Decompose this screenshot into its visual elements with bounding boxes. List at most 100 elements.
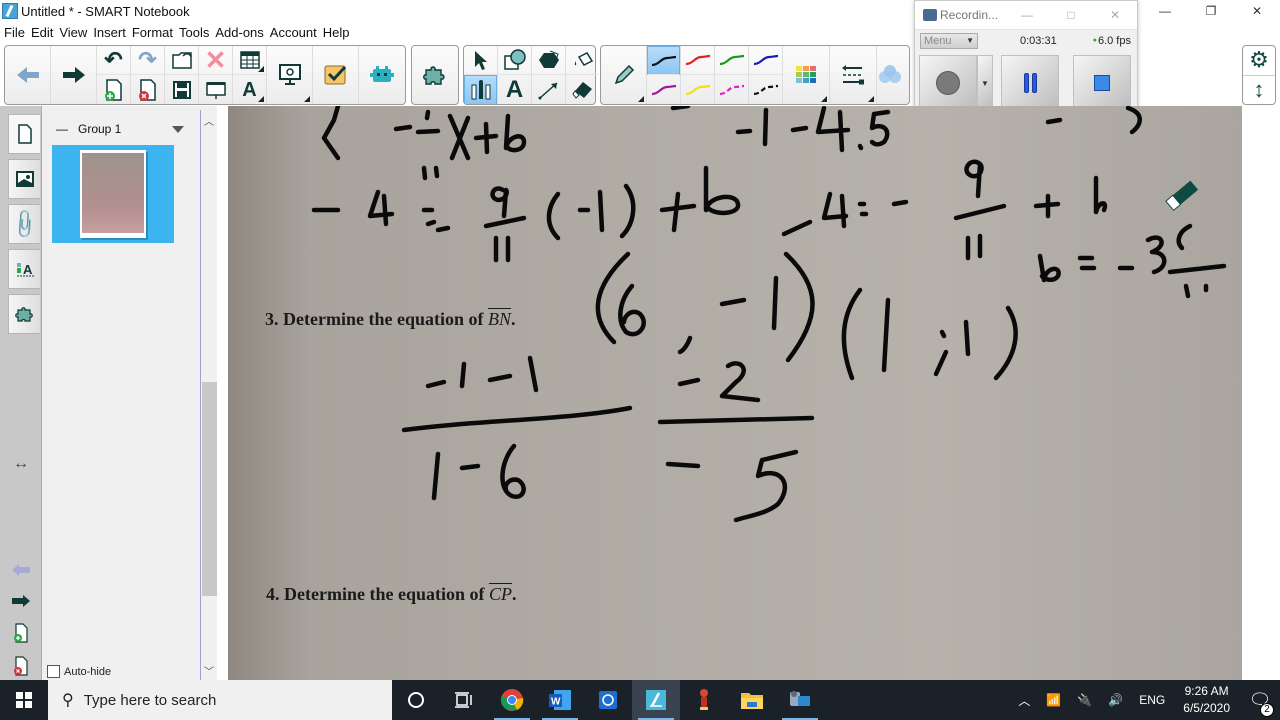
add-ons-button[interactable] [412, 46, 458, 104]
recorder-minimize-button[interactable]: — [1005, 8, 1049, 22]
minimize-button[interactable]: — [1142, 0, 1188, 22]
action-center-button[interactable]: 🗨 2 [1240, 690, 1280, 717]
taskbar-presenter[interactable] [584, 680, 632, 720]
menu-file[interactable]: File [2, 25, 27, 40]
sorter-scrollbar[interactable]: ︿ ﹀ [200, 110, 217, 680]
settings-button[interactable]: ⚙ [1243, 46, 1275, 76]
select-tool[interactable] [464, 46, 497, 75]
pen-type-button[interactable] [601, 46, 647, 104]
autohide-toggle[interactable]: Auto-hide [47, 665, 111, 678]
pen-color-magenta-dashed[interactable] [715, 75, 748, 104]
lines-tool[interactable] [532, 75, 565, 104]
clock[interactable]: 9:26 AM 6/5/2020 [1173, 683, 1240, 717]
tab-attachments[interactable]: 📎 [8, 204, 41, 244]
cortana-button[interactable] [392, 680, 440, 720]
next-page-button[interactable] [51, 46, 97, 104]
pen-color-black[interactable] [647, 46, 680, 75]
scroll-up-button[interactable]: ︿ [201, 112, 217, 128]
save-button[interactable] [165, 75, 198, 104]
taskbar-word[interactable]: W [536, 680, 584, 720]
menu-tools[interactable]: Tools [177, 25, 211, 40]
text-tool[interactable]: A [498, 75, 531, 104]
delete-page-button[interactable] [131, 75, 164, 104]
stop-button[interactable] [1073, 55, 1131, 111]
pens-tool[interactable] [464, 75, 497, 104]
color-palette-button[interactable] [783, 46, 830, 104]
lesson-activity-button[interactable] [359, 46, 405, 104]
open-file-button[interactable] [165, 46, 198, 75]
resize-panel-button[interactable]: ↔ [10, 454, 32, 474]
record-button[interactable] [919, 55, 977, 111]
record-options-dropdown[interactable]: ▼ [977, 55, 993, 111]
menu-help[interactable]: Help [321, 25, 352, 40]
regular-polygons-tool[interactable] [532, 46, 565, 75]
menu-insert[interactable]: Insert [91, 25, 128, 40]
taskbar-file-explorer[interactable] [728, 680, 776, 720]
add-page-button[interactable] [97, 75, 130, 104]
group-menu-dropdown[interactable] [172, 125, 184, 133]
close-button[interactable]: ✕ [1234, 0, 1280, 22]
menu-edit[interactable]: Edit [29, 25, 55, 40]
scroll-down-button[interactable]: ﹀ [201, 662, 217, 678]
start-button[interactable] [0, 680, 48, 720]
input-language[interactable]: ENG [1131, 693, 1173, 707]
pen-color-purple[interactable] [647, 75, 680, 104]
pause-button[interactable] [1001, 55, 1059, 111]
taskbar-chrome[interactable] [488, 680, 536, 720]
sidebar-add-page-button[interactable] [10, 623, 32, 643]
task-view-button[interactable] [440, 680, 488, 720]
recorder-maximize-button[interactable]: □ [1049, 8, 1093, 22]
volume-icon[interactable]: 🔊 [1100, 693, 1131, 707]
recorder-close-button[interactable]: ✕ [1093, 8, 1137, 22]
tab-gallery[interactable] [8, 159, 40, 199]
screen-shade-button[interactable] [199, 75, 232, 104]
shapes-tool[interactable] [498, 46, 531, 75]
eraser-tool[interactable] [566, 75, 599, 104]
menu-account[interactable]: Account [268, 25, 319, 40]
whiteboard-canvas[interactable]: 3. Determine the equation of BN. 4. Dete… [228, 106, 1242, 680]
sidebar-delete-page-button[interactable] [10, 656, 32, 676]
tab-page-sorter[interactable] [8, 114, 40, 154]
recorder-menu-dropdown[interactable]: Menu ▼ [920, 32, 978, 49]
measurement-tools-button[interactable]: A [233, 75, 266, 104]
sidebar-next-page-button[interactable] [10, 591, 32, 611]
show-hidden-icons-button[interactable]: ︿ [1010, 692, 1038, 709]
battery-icon[interactable]: 🔌 [1069, 693, 1100, 707]
page-thumbnail-selected[interactable] [52, 145, 174, 243]
tab-properties[interactable]: A [8, 249, 40, 289]
delete-button[interactable]: ✕ [199, 46, 232, 75]
pen-color-green[interactable] [715, 46, 748, 75]
collapse-icon[interactable]: — [56, 122, 68, 136]
wifi-icon[interactable]: 📶 [1038, 693, 1069, 707]
sidebar-previous-page-button[interactable] [10, 560, 32, 580]
pen-color-black-dashed[interactable] [749, 75, 782, 104]
previous-page-button[interactable] [5, 46, 51, 104]
dropdown-indicator [258, 96, 264, 102]
menu-add-ons[interactable]: Add-ons [213, 25, 265, 40]
document-camera-button[interactable] [267, 46, 313, 104]
taskbar-recorder[interactable] [776, 680, 824, 720]
pen-color-blue[interactable] [749, 46, 782, 75]
undo-button[interactable]: ↶ [97, 46, 130, 75]
fill-tool[interactable] [566, 46, 599, 75]
taskbar-character-app[interactable] [680, 680, 728, 720]
move-toolbar-button[interactable]: ↕ [1243, 76, 1275, 105]
menu-view[interactable]: View [57, 25, 89, 40]
page-group-header[interactable]: — Group 1 [56, 122, 184, 136]
autohide-checkbox[interactable] [47, 665, 60, 678]
maximize-button[interactable]: ❐ [1188, 0, 1234, 22]
table-button[interactable] [233, 46, 266, 75]
page-thumbnail[interactable] [80, 150, 146, 238]
scrollbar-thumb[interactable] [202, 382, 217, 596]
menu-format[interactable]: Format [130, 25, 175, 40]
handwritten-ink-layer[interactable] [228, 106, 1242, 680]
taskbar-search-box[interactable]: ⚲ Type here to search [48, 680, 392, 720]
tab-add-ons[interactable] [8, 294, 40, 334]
line-style-button[interactable] [830, 46, 877, 104]
transparency-button[interactable] [877, 46, 901, 104]
pen-color-yellow[interactable] [681, 75, 714, 104]
pen-color-red[interactable] [681, 46, 714, 75]
taskbar-smart-notebook[interactable] [632, 680, 680, 720]
redo-button[interactable]: ↷ [131, 46, 164, 75]
response-button[interactable] [313, 46, 359, 104]
